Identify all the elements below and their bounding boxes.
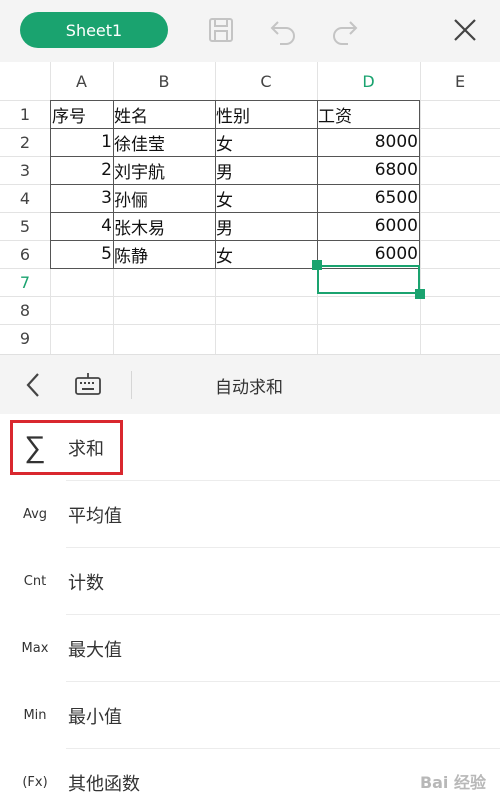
menu-item-max[interactable]: Max 最大值 bbox=[0, 615, 500, 682]
row-header-3[interactable]: 3 bbox=[0, 156, 50, 184]
selected-cell-d7[interactable] bbox=[317, 265, 420, 294]
menu-item-average[interactable]: Avg 平均值 bbox=[0, 481, 500, 548]
close-icon[interactable] bbox=[449, 14, 481, 46]
fx-icon: (Fx) bbox=[22, 775, 48, 790]
cell-a6[interactable]: 5 bbox=[51, 240, 113, 268]
column-header-a[interactable]: A bbox=[50, 62, 113, 100]
cell-a2[interactable]: 1 bbox=[51, 128, 113, 156]
avg-icon: Avg bbox=[22, 507, 48, 522]
menu-item-count[interactable]: Cnt 计数 bbox=[0, 548, 500, 615]
cell-b2[interactable]: 徐佳莹 bbox=[114, 128, 215, 156]
cell-c5[interactable]: 男 bbox=[216, 212, 317, 240]
row-header-9[interactable]: 9 bbox=[0, 324, 50, 352]
menu-item-min[interactable]: Min 最小值 bbox=[0, 682, 500, 749]
cell-a1[interactable]: 序号 bbox=[52, 100, 113, 128]
menu-item-label: 最小值 bbox=[68, 706, 122, 728]
save-icon[interactable] bbox=[205, 14, 237, 46]
cell-d2[interactable]: 8000 bbox=[318, 128, 419, 156]
menu-item-label: 平均值 bbox=[68, 505, 122, 527]
cell-a4[interactable]: 3 bbox=[51, 184, 113, 212]
row-header-7[interactable]: 7 bbox=[0, 268, 50, 296]
cnt-icon: Cnt bbox=[23, 574, 47, 589]
function-menu: ∑ 求和 Avg 平均值 Cnt 计数 Max 最大值 Min 最小值 (Fx)… bbox=[0, 414, 500, 803]
cell-a5[interactable]: 4 bbox=[51, 212, 113, 240]
menu-item-label: 计数 bbox=[68, 572, 104, 594]
min-icon: Min bbox=[23, 708, 47, 723]
sheet-tab-button[interactable]: Sheet1 bbox=[20, 12, 168, 48]
column-header-e[interactable]: E bbox=[420, 62, 500, 100]
cell-c6[interactable]: 女 bbox=[216, 240, 317, 268]
cell-d6[interactable]: 6000 bbox=[318, 240, 419, 268]
row-header-2[interactable]: 2 bbox=[0, 128, 50, 156]
cell-d1[interactable]: 工资 bbox=[318, 100, 419, 128]
panel-title: 自动求和 bbox=[215, 377, 283, 398]
max-icon: Max bbox=[21, 641, 49, 656]
menu-item-sum[interactable]: ∑ 求和 bbox=[0, 414, 500, 481]
column-header-b[interactable]: B bbox=[113, 62, 215, 100]
keyboard-icon[interactable] bbox=[74, 372, 102, 398]
menu-item-label: 最大值 bbox=[68, 639, 122, 661]
row-header-6[interactable]: 6 bbox=[0, 240, 50, 268]
column-header-c[interactable]: C bbox=[215, 62, 317, 100]
back-arrow-icon[interactable] bbox=[22, 370, 46, 400]
cell-b4[interactable]: 孙俪 bbox=[114, 184, 215, 212]
cell-d5[interactable]: 6000 bbox=[318, 212, 419, 240]
selection-handle-top-left[interactable] bbox=[312, 260, 322, 270]
cell-b1[interactable]: 姓名 bbox=[114, 100, 215, 128]
cell-b3[interactable]: 刘宇航 bbox=[114, 156, 215, 184]
undo-icon[interactable] bbox=[268, 14, 300, 46]
cell-c2[interactable]: 女 bbox=[216, 128, 317, 156]
cell-d3[interactable]: 6800 bbox=[318, 156, 419, 184]
row-header-8[interactable]: 8 bbox=[0, 296, 50, 324]
top-toolbar: Sheet1 bbox=[0, 0, 500, 62]
column-header-d[interactable]: D bbox=[317, 62, 420, 100]
panel-divider bbox=[131, 371, 132, 399]
cell-c4[interactable]: 女 bbox=[216, 184, 317, 212]
selection-handle-bottom-right[interactable] bbox=[415, 289, 425, 299]
highlight-box bbox=[10, 420, 123, 475]
cell-b5[interactable]: 张木易 bbox=[114, 212, 215, 240]
redo-icon[interactable] bbox=[328, 14, 360, 46]
cell-c1[interactable]: 性别 bbox=[216, 100, 317, 128]
row-header-1[interactable]: 1 bbox=[0, 100, 50, 128]
row-header-4[interactable]: 4 bbox=[0, 184, 50, 212]
row-header-5[interactable]: 5 bbox=[0, 212, 50, 240]
cell-d4[interactable]: 6500 bbox=[318, 184, 419, 212]
spreadsheet-grid[interactable]: A B C D E 1 2 3 4 5 6 7 8 9 序号 姓名 性别 工资 … bbox=[0, 62, 500, 354]
function-panel-header: 自动求和 bbox=[0, 354, 500, 414]
watermark: Bai 经验 bbox=[419, 773, 486, 792]
cell-b6[interactable]: 陈静 bbox=[114, 240, 215, 268]
menu-item-label: 其他函数 bbox=[68, 773, 140, 795]
cell-a3[interactable]: 2 bbox=[51, 156, 113, 184]
cell-c3[interactable]: 男 bbox=[216, 156, 317, 184]
